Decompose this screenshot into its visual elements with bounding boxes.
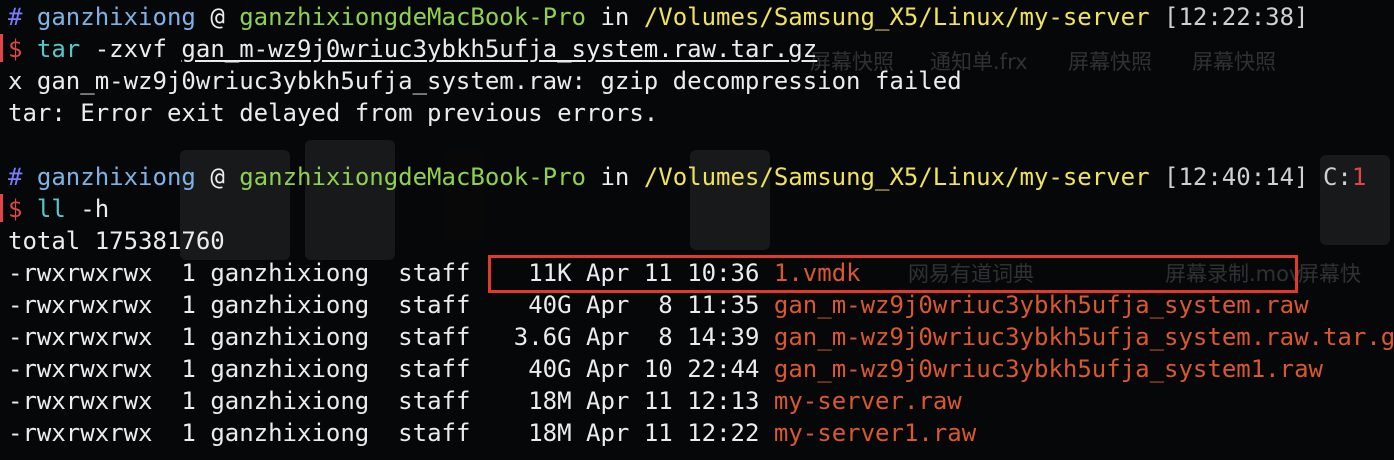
prompt-user: ganzhixiong: [36, 3, 196, 31]
file-links: 1: [181, 387, 196, 415]
file-owner: ganzhixiong: [210, 387, 370, 415]
file-links: 1: [181, 355, 196, 383]
file-time: 10:36: [687, 259, 760, 287]
file-name[interactable]: gan_m-wz9j0wriuc3ybkh5ufja_system1.raw: [774, 355, 1323, 383]
file-group: staff: [398, 419, 471, 447]
file-owner: ganzhixiong: [210, 291, 370, 319]
file-size: 18M: [528, 387, 572, 415]
prompt-host: ganzhixiongdeMacBook-Pro: [239, 163, 586, 191]
command-line-1: $ tar -zxvf gan_m-wz9j0wriuc3ybkh5ufja_s…: [8, 33, 817, 65]
prompt-path: /Volumes/Samsung_X5/Linux/my-server: [643, 3, 1150, 31]
file-day: 11: [643, 387, 673, 415]
prompt-header-1: # ganzhixiong @ ganzhixiongdeMacBook-Pro…: [8, 1, 1309, 33]
file-group: staff: [398, 387, 471, 415]
command-name: tar: [36, 35, 81, 63]
listing-row: -rwxrwxrwx 1 ganzhixiong staff 18M Apr 1…: [8, 385, 962, 417]
command-name: ll: [36, 195, 66, 223]
file-owner: ganzhixiong: [210, 323, 370, 351]
file-time: 12:22: [687, 419, 760, 447]
listing-row: -rwxrwxrwx 1 ganzhixiong staff 40G Apr 1…: [8, 353, 1323, 385]
file-name[interactable]: my-server1.raw: [774, 419, 976, 447]
file-name[interactable]: 1.vmdk: [774, 259, 861, 287]
file-day: 10: [643, 355, 673, 383]
prompt-path: /Volumes/Samsung_X5/Linux/my-server: [643, 163, 1150, 191]
file-size: 11K: [528, 259, 572, 287]
file-group: staff: [398, 259, 471, 287]
file-group: staff: [398, 291, 471, 319]
prompt-hash: #: [8, 163, 23, 191]
listing-row: -rwxrwxrwx 1 ganzhixiong staff 3.6G Apr …: [8, 321, 1394, 353]
file-links: 1: [181, 323, 196, 351]
listing-row: -rwxrwxrwx 1 ganzhixiong staff 18M Apr 1…: [8, 417, 976, 449]
file-time: 11:35: [687, 291, 760, 319]
prompt-in: in: [600, 163, 630, 191]
file-day: 8: [658, 323, 673, 351]
file-month: Apr: [586, 387, 630, 415]
file-day: 11: [643, 259, 673, 287]
terminal-window[interactable]: # ganzhixiong @ ganzhixiongdeMacBook-Pro…: [0, 0, 1394, 460]
prompt-header-2: # ganzhixiong @ ganzhixiongdeMacBook-Pro…: [8, 161, 1366, 193]
exit-code-label: C:: [1322, 163, 1352, 191]
command-flags: -h: [80, 195, 110, 223]
listing-total: total 175381760: [8, 227, 225, 255]
command-file-arg[interactable]: gan_m-wz9j0wriuc3ybkh5ufja_system.raw.ta…: [181, 35, 817, 63]
file-size: 18M: [528, 419, 572, 447]
file-perms: -rwxrwxrwx: [8, 355, 153, 383]
file-links: 1: [181, 259, 196, 287]
file-group: staff: [398, 323, 471, 351]
file-perms: -rwxrwxrwx: [8, 291, 153, 319]
prompt-in: in: [600, 3, 630, 31]
prompt-symbol: $: [8, 35, 23, 63]
file-month: Apr: [586, 355, 630, 383]
file-size: 40G: [528, 291, 572, 319]
file-group: staff: [398, 355, 471, 383]
prompt-symbol: $: [8, 195, 23, 223]
file-month: Apr: [586, 419, 630, 447]
command-line-2: $ ll -h: [8, 193, 109, 225]
file-month: Apr: [586, 323, 630, 351]
prompt-at: @: [210, 163, 225, 191]
prompt-host: ganzhixiongdeMacBook-Pro: [239, 3, 586, 31]
file-time: 22:44: [687, 355, 760, 383]
file-owner: ganzhixiong: [210, 259, 370, 287]
file-size: 40G: [528, 355, 572, 383]
output-line: x gan_m-wz9j0wriuc3ybkh5ufja_system.raw:…: [8, 67, 962, 95]
file-day: 11: [643, 419, 673, 447]
file-month: Apr: [586, 259, 630, 287]
file-size: 3.6G: [513, 323, 572, 351]
prompt-user: ganzhixiong: [36, 163, 196, 191]
file-time: 14:39: [687, 323, 760, 351]
file-name[interactable]: gan_m-wz9j0wriuc3ybkh5ufja_system.raw.ta…: [774, 323, 1394, 351]
file-name[interactable]: gan_m-wz9j0wriuc3ybkh5ufja_system.raw: [774, 291, 1309, 319]
file-name[interactable]: my-server.raw: [774, 387, 962, 415]
listing-row: -rwxrwxrwx 1 ganzhixiong staff 40G Apr 8…: [8, 289, 1309, 321]
prompt-marker: [0, 194, 3, 222]
file-perms: -rwxrwxrwx: [8, 419, 153, 447]
file-perms: -rwxrwxrwx: [8, 387, 153, 415]
prompt-at: @: [210, 3, 225, 31]
file-day: 8: [658, 291, 673, 319]
file-links: 1: [181, 291, 196, 319]
file-links: 1: [181, 419, 196, 447]
command-flags: -zxvf: [94, 35, 167, 63]
file-owner: ganzhixiong: [210, 419, 370, 447]
prompt-marker: [0, 34, 3, 62]
file-month: Apr: [586, 291, 630, 319]
exit-code-value: 1: [1351, 163, 1367, 191]
listing-row: -rwxrwxrwx 1 ganzhixiong staff 11K Apr 1…: [8, 257, 861, 289]
prompt-time: [12:22:38]: [1164, 3, 1309, 31]
file-perms: -rwxrwxrwx: [8, 323, 153, 351]
file-time: 12:13: [687, 387, 760, 415]
prompt-time: [12:40:14]: [1164, 163, 1309, 191]
output-line: tar: Error exit delayed from previous er…: [8, 99, 659, 127]
file-owner: ganzhixiong: [210, 355, 370, 383]
file-perms: -rwxrwxrwx: [8, 259, 153, 287]
prompt-hash: #: [8, 3, 23, 31]
